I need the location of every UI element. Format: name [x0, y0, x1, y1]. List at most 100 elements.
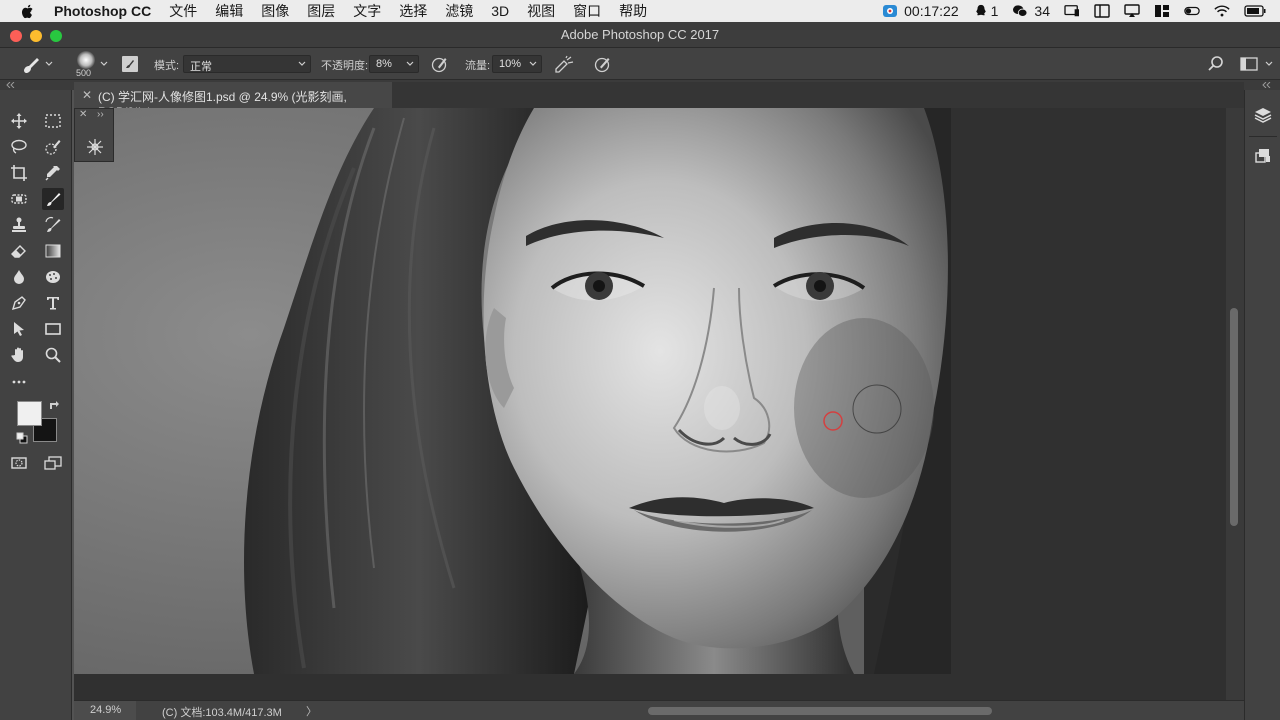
default-colors-icon[interactable] [16, 432, 28, 444]
screen-mode-icon [44, 456, 62, 470]
eraser-icon [11, 245, 26, 258]
type-tool[interactable] [42, 292, 64, 314]
pressure-size-icon[interactable] [594, 55, 612, 73]
swap-colors-icon[interactable] [48, 399, 60, 411]
qq-tray[interactable]: 1 [973, 3, 998, 19]
zoom-tool[interactable] [42, 344, 64, 366]
eyedropper-icon [45, 166, 60, 181]
airplay-icon[interactable] [1124, 4, 1140, 18]
move-tool[interactable] [8, 110, 30, 132]
window-layout-icon[interactable] [1154, 4, 1170, 18]
healing-brush-tool[interactable] [8, 188, 30, 210]
brush-tool[interactable] [42, 188, 64, 210]
pressure-opacity-icon[interactable] [431, 55, 449, 73]
tools-panel [0, 90, 72, 720]
hand-tool[interactable] [8, 344, 30, 366]
chevron-down-icon [100, 61, 108, 66]
lasso-tool[interactable] [8, 136, 30, 158]
more-tools[interactable] [8, 370, 30, 392]
pen-icon [11, 296, 26, 311]
brush-preset-icon[interactable] [20, 55, 54, 73]
mini-panel-close-icon[interactable]: ✕ [79, 109, 87, 120]
crop-icon [11, 165, 27, 181]
recorder-icon[interactable] [882, 4, 898, 18]
layers-panel-button[interactable] [1249, 102, 1277, 128]
mini-panel-expand-icon[interactable]: ›› [97, 109, 104, 120]
opacity-field[interactable]: 8% [369, 55, 419, 73]
zoom-level-field[interactable]: 24.9% [74, 701, 136, 720]
wechat-count: 34 [1034, 3, 1050, 19]
ellipsis-icon [12, 380, 26, 384]
sidebar-icon[interactable] [1094, 4, 1110, 18]
chevron-down-icon [406, 61, 414, 66]
libraries-icon [1255, 149, 1270, 163]
status-more-button[interactable]: 〉 [306, 703, 317, 719]
marquee-tool[interactable] [42, 110, 64, 132]
wechat-tray[interactable]: 34 [1012, 3, 1050, 19]
menu-layer[interactable]: 图层 [307, 1, 335, 21]
menu-filter[interactable]: 滤镜 [445, 1, 473, 21]
menu-type[interactable]: 文字 [353, 1, 381, 21]
collapse-left-icon[interactable] [6, 82, 16, 88]
dodge-tool[interactable] [42, 266, 64, 288]
menu-view[interactable]: 视图 [527, 1, 555, 21]
display-mirror-icon[interactable] [1064, 4, 1080, 18]
vertical-scroll-thumb[interactable] [1230, 308, 1238, 526]
sponge-icon [46, 271, 60, 283]
flow-field[interactable]: 10% [492, 55, 542, 73]
brush-settings-panel-icon[interactable] [121, 55, 139, 73]
menu-3d[interactable]: 3D [491, 3, 509, 19]
document-tab[interactable]: ✕ (C) 学汇网-人像修图1.psd @ 24.9% (光影刻画, RGB/8… [74, 82, 392, 119]
eyedropper-tool[interactable] [42, 162, 64, 184]
battery-icon[interactable] [1244, 4, 1266, 18]
crop-tool[interactable] [8, 162, 30, 184]
rectangle-tool[interactable] [42, 318, 64, 340]
pen-tool[interactable] [8, 292, 30, 314]
close-window-button[interactable] [10, 30, 22, 42]
brush-settings-icon[interactable] [85, 137, 105, 157]
menu-window[interactable]: 窗口 [573, 1, 601, 21]
screen-mode-button[interactable] [42, 452, 64, 474]
search-icon[interactable] [1207, 55, 1225, 73]
minimize-window-button[interactable] [30, 30, 42, 42]
foreground-color-swatch[interactable] [17, 401, 42, 426]
gradient-tool[interactable] [42, 240, 64, 262]
panel-divider [1249, 136, 1277, 137]
zoom-window-button[interactable] [50, 30, 62, 42]
document-canvas[interactable] [74, 108, 1226, 700]
mini-panel: ✕ ›› [74, 108, 114, 162]
workspace-switcher-icon[interactable] [1240, 55, 1276, 73]
wechat-icon [1013, 5, 1028, 17]
libraries-panel-button[interactable] [1249, 142, 1277, 168]
mode-select[interactable]: 正常 [183, 55, 311, 73]
wifi-icon[interactable] [1214, 4, 1230, 18]
blur-tool[interactable] [8, 266, 30, 288]
airbrush-icon[interactable] [554, 55, 574, 73]
eraser-tool[interactable] [8, 240, 30, 262]
app-menu[interactable]: Photoshop CC [54, 3, 151, 19]
vertical-scrollbar[interactable] [1226, 108, 1244, 700]
chevron-down-icon [529, 61, 537, 66]
close-tab-icon[interactable]: ✕ [82, 88, 92, 102]
quick-mask-button[interactable] [8, 452, 30, 474]
toggle-icon[interactable] [1184, 4, 1200, 18]
quick-mask-icon [11, 457, 27, 469]
path-selection-tool[interactable] [8, 318, 30, 340]
collapse-right-icon[interactable] [1262, 82, 1272, 88]
brush-tip-preview [77, 51, 95, 69]
layers-icon [1254, 108, 1272, 123]
stamp-icon [12, 217, 26, 232]
lasso-icon [11, 139, 27, 154]
clone-stamp-tool[interactable] [8, 214, 30, 236]
menu-file[interactable]: 文件 [169, 1, 197, 21]
menu-edit[interactable]: 编辑 [215, 1, 243, 21]
history-brush-tool[interactable] [42, 214, 64, 236]
menu-image[interactable]: 图像 [261, 1, 289, 21]
quick-selection-tool[interactable] [42, 136, 64, 158]
apple-icon[interactable] [20, 3, 36, 19]
portrait-photo[interactable] [74, 108, 951, 674]
brush-size-picker[interactable]: 500 [72, 50, 116, 78]
menu-select[interactable]: 选择 [399, 1, 427, 21]
horizontal-scroll-thumb[interactable] [648, 707, 992, 715]
menu-help[interactable]: 帮助 [619, 1, 647, 21]
